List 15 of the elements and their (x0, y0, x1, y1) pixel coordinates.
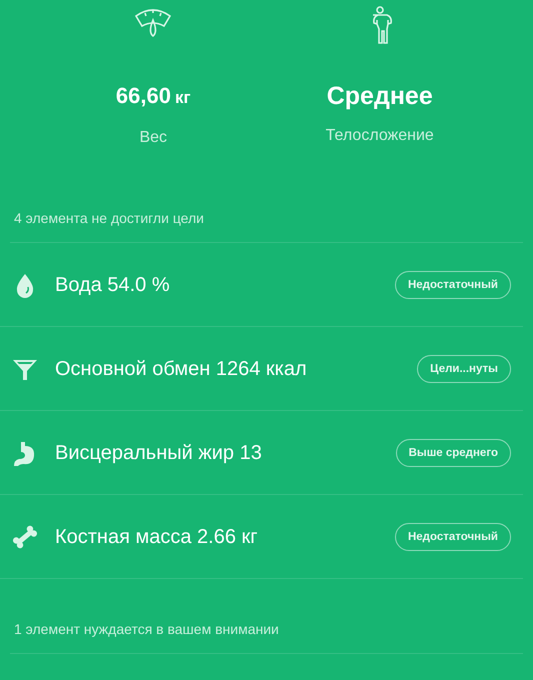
metric-text: Вода 54.0 % (55, 272, 171, 298)
section-header: 1 элемент нуждается в вашем внимании (13, 620, 280, 639)
metric-label: Вес (139, 128, 168, 148)
status-button[interactable]: Выше среднего (396, 438, 511, 466)
body-type-value: Среднее (326, 82, 433, 110)
section-header: 4 элемента не достигли цели (13, 209, 205, 228)
bone-icon (12, 524, 38, 550)
metric-text: Основной обмен 1264 ккал (55, 356, 308, 382)
status-button[interactable]: Недостаточный (394, 270, 511, 298)
weight-value: 66,60 кг (116, 82, 191, 110)
metric-text: Костная масса 2.66 кг (55, 524, 259, 550)
status-button[interactable]: Цели...нуты (417, 354, 511, 382)
metric-label: Телосложение (326, 126, 434, 146)
metric-text: Висцеральный жир 13 (55, 440, 263, 466)
status-button[interactable]: Недостаточный (394, 522, 511, 550)
